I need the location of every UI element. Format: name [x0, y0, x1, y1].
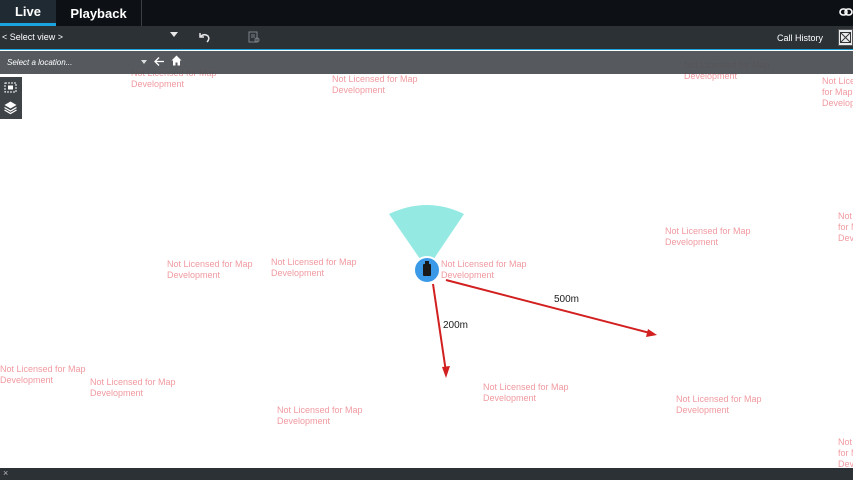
watermark-line: Not Licensed for Map	[167, 259, 253, 269]
map-license-watermark: Not Licensed for MapDevelopment	[90, 377, 176, 399]
map-license-watermark: Not Licensed for MapDevelopment	[483, 382, 569, 404]
map-license-watermark: Not Licensed for MapDevelopment	[822, 76, 853, 109]
watermark-line: Not Licensed for Map	[271, 257, 357, 267]
select-area-icon[interactable]	[3, 80, 18, 95]
watermark-line: Development	[676, 405, 730, 415]
link-icon[interactable]	[839, 4, 853, 20]
map-license-watermark: Not Licensed for MapDevelopment	[0, 364, 86, 386]
document-icon[interactable]	[248, 31, 260, 44]
chevron-down-icon[interactable]	[141, 60, 147, 64]
map-license-watermark: Not Licensed for MapDevelopment	[838, 437, 853, 470]
watermark-line: Development	[90, 388, 144, 398]
map-license-watermark: Not Licensed for MapDevelopment	[167, 259, 253, 281]
view-toolbar: < Select view > Call History	[0, 26, 853, 50]
bottom-bar: ×	[0, 468, 853, 480]
map-license-watermark: Not Licensed for MapDevelopment	[277, 405, 363, 427]
watermark-line: Development	[271, 268, 325, 278]
map-side-tools	[0, 77, 22, 119]
watermark-line: Not Licensed for Map	[822, 76, 853, 97]
distance-label-500m: 500m	[554, 294, 580, 305]
watermark-line: Not Licensed for Map	[277, 405, 363, 415]
watermark-line: Not Licensed for Map	[0, 364, 86, 374]
watermark-line: Development	[822, 98, 853, 108]
watermark-line: Not Licensed for Map	[332, 74, 418, 84]
watermark-line: Development	[131, 79, 185, 89]
layers-icon[interactable]	[3, 100, 18, 115]
chevron-down-icon[interactable]	[170, 32, 178, 37]
watermark-line: Not Licensed for Map	[90, 377, 176, 387]
select-view-dropdown[interactable]: < Select view >	[2, 32, 63, 42]
map-license-watermark: Not Licensed for MapDevelopment	[838, 211, 853, 244]
top-tab-bar: Live Playback	[0, 0, 853, 26]
map-license-watermark: Not Licensed for MapDevelopment	[332, 74, 418, 96]
watermark-line: Not Licensed for Map	[665, 226, 751, 236]
watermark-line: Not Licensed for Map	[441, 259, 527, 269]
location-bar: Select a location...	[0, 51, 853, 74]
map-license-watermark: Not Licensed for MapDevelopment	[271, 257, 357, 279]
watermark-line: Development	[277, 416, 331, 426]
undo-icon[interactable]	[197, 31, 211, 44]
watermark-line: Development	[441, 270, 495, 280]
home-icon[interactable]	[171, 55, 182, 66]
watermark-line: Development	[0, 375, 54, 385]
map-license-watermark: Not Licensed for MapDevelopment	[665, 226, 751, 248]
watermark-line: Development	[665, 237, 719, 247]
watermark-line: Development	[838, 233, 853, 243]
watermark-line: Not Licensed for Map	[838, 211, 853, 232]
location-select[interactable]: Select a location...	[7, 58, 72, 67]
distance-label-200m: 200m	[443, 320, 469, 331]
close-icon[interactable]: ×	[3, 468, 8, 478]
watermark-line: Development	[332, 85, 386, 95]
map-license-watermark: Not Licensed for MapDevelopment	[441, 259, 527, 281]
map-license-watermark: Not Licensed for MapDevelopment	[676, 394, 762, 416]
arrow-left-icon[interactable]	[154, 56, 165, 67]
call-history-button[interactable]: Call History	[777, 33, 823, 43]
watermark-line: Not Licensed for Map	[838, 437, 853, 458]
watermark-line: Development	[167, 270, 221, 280]
tab-playback[interactable]: Playback	[56, 0, 142, 26]
tab-live[interactable]: Live	[0, 0, 56, 26]
watermark-line: Not Licensed for Map	[676, 394, 762, 404]
watermark-line: Development	[483, 393, 537, 403]
fullscreen-icon[interactable]	[838, 29, 853, 46]
watermark-line: Not Licensed for Map	[483, 382, 569, 392]
